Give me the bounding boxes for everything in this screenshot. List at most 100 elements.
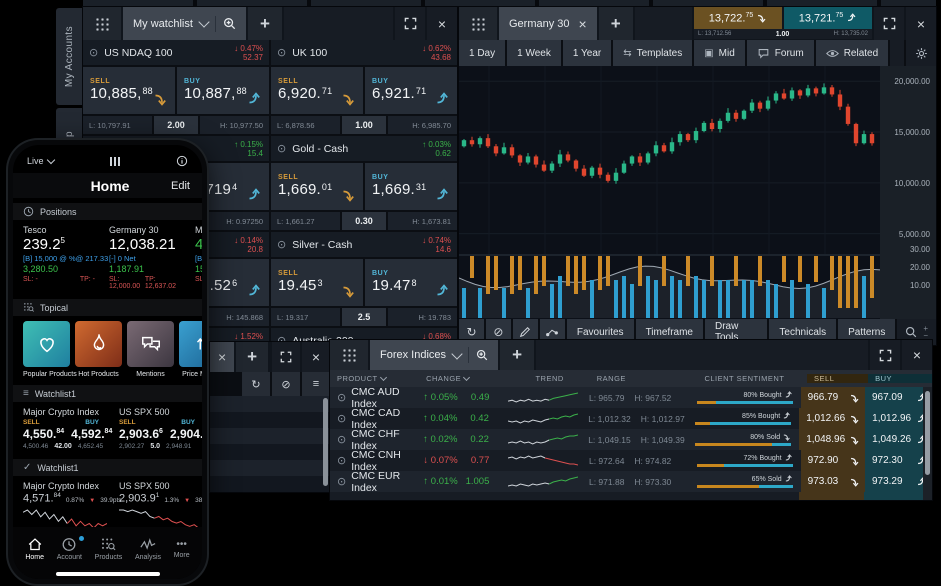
column-header-change[interactable]: CHANGE (419, 374, 502, 383)
sell-cell[interactable]: 972.90 (801, 450, 865, 471)
column-header-product[interactable]: PRODUCT (330, 374, 419, 383)
positions-section-header[interactable]: Positions (13, 203, 202, 220)
close-button[interactable]: × (902, 340, 932, 370)
add-tab-button[interactable]: + (599, 7, 633, 40)
topical-card-price-movers[interactable]: Price Movers (179, 321, 202, 378)
toolbar-button-1-week[interactable]: 1 Week (507, 40, 561, 66)
panel-tab[interactable]: × (210, 342, 234, 372)
ban-button[interactable]: ⊘ (272, 372, 300, 396)
watchlist-tab[interactable]: My watchlist (123, 7, 246, 40)
nav-item-products[interactable]: Products (95, 537, 123, 561)
app-grid-button[interactable] (459, 7, 497, 40)
close-button[interactable]: × (302, 342, 330, 372)
expand-button[interactable] (272, 342, 300, 372)
expand-button[interactable] (870, 340, 900, 370)
topical-section-header[interactable]: Topical (13, 299, 202, 316)
search-plus-icon[interactable] (223, 17, 236, 30)
topical-card-hot-products[interactable]: Hot Products (75, 321, 122, 378)
nav-item-analysis[interactable]: Analysis (135, 537, 161, 561)
close-button[interactable]: × (427, 7, 457, 40)
app-grid-button[interactable] (330, 340, 368, 370)
toolbar-button-mid[interactable]: ▣Mid (694, 40, 745, 66)
topical-card-popular-products[interactable]: Popular Products (23, 321, 70, 378)
scrollbar-thumb[interactable] (323, 398, 328, 486)
buy-cell[interactable]: 1,049.26 (865, 429, 932, 450)
buy-cell[interactable]: 973.29 (865, 471, 932, 492)
quote-card[interactable]: Major Crypto IndexSELLBUY4,550.844,592.8… (23, 407, 109, 450)
topical-card-mentions[interactable]: Mentions (127, 321, 174, 378)
column-header-trend[interactable]: TREND (503, 374, 590, 383)
buy-price-button[interactable]: 13,721.75 (784, 7, 872, 29)
chart-plot-area[interactable]: 20,000.0015,000.0010,000.005,000.0030.00… (459, 66, 936, 319)
sell-cell[interactable]: 1,048.96 (799, 429, 865, 450)
sell-price-button[interactable]: SELL1,669.01 (271, 163, 363, 210)
table-row[interactable]: ⊙CMC CNH Index↓ 0.07%0.77L: 972.64H: 974… (330, 450, 932, 471)
buy-price-button[interactable]: BUY19.478 (365, 259, 457, 306)
table-row[interactable]: ⊙CMC CAD Index↑ 0.04%0.42L: 1,012.32H: 1… (330, 408, 932, 429)
buy-price-button[interactable]: BUY6,921.71 (365, 67, 457, 114)
toolbar-button-templates[interactable]: ⇆Templates (613, 40, 692, 66)
expand-button[interactable] (874, 7, 904, 40)
sell-cell[interactable]: 973.03 (801, 471, 865, 492)
sell-price-button[interactable]: SELL10,885,88 (83, 67, 175, 114)
column-header-buy[interactable]: BUY (868, 374, 932, 383)
quote-card[interactable]: US SPX 500SELLBUY2,903.662,904.162,902.2… (119, 407, 202, 450)
sell-cell[interactable]: 1,012.66 (799, 408, 865, 429)
table-row[interactable]: ⊙CMC AUD Index↑ 0.05%0.49L: 965.79H: 967… (330, 387, 932, 408)
instrument-name-row[interactable]: ⊙Silver - Cash↓ 0.74%14.6 (271, 232, 457, 257)
watchlist1-quotes-header[interactable]: ≡ Watchlist1 (13, 385, 202, 402)
info-icon[interactable] (176, 155, 188, 167)
watchlist1-charts-header[interactable]: ✓ Watchlist1 (13, 459, 202, 476)
chevron-down-icon[interactable] (451, 348, 462, 359)
instrument-name-row[interactable]: ⊙US NDAQ 100↓ 0.47%52.37 (83, 40, 269, 65)
instrument-name-row[interactable]: ⊙UK 100↓ 0.62%43.68 (271, 40, 457, 65)
chevron-down-icon[interactable] (198, 16, 209, 27)
expand-button[interactable] (395, 7, 425, 40)
toolbar-button-1-day[interactable]: 1 Day (459, 40, 505, 66)
rail-tab-my-accounts[interactable]: My Accounts (56, 8, 83, 105)
table-row[interactable]: ⊙CMC EUR Index↑ 0.01%1.005L: 971.88H: 97… (330, 471, 932, 492)
settings-button[interactable] (906, 40, 936, 66)
position-card[interactable]: Maj4,[B] 5151SL: - (195, 225, 202, 290)
column-header-client-sentiment[interactable]: CLIENT SENTIMENT (697, 374, 807, 383)
close-button[interactable]: × (906, 7, 936, 40)
toolbar-button-related[interactable]: Related (816, 40, 888, 66)
environment-switcher[interactable]: Live (27, 156, 54, 166)
buy-cell[interactable]: 1,012.96 (865, 408, 932, 429)
column-header-sell[interactable]: SELL (807, 374, 868, 383)
nav-item-home[interactable]: Home (25, 537, 44, 561)
refresh-button[interactable]: ↻ (242, 372, 270, 396)
add-tab-button[interactable]: + (236, 342, 268, 372)
position-card[interactable]: Tesco239.25[B] 15,000 @ %@ 217.333,280.5… (23, 225, 101, 290)
nav-item-account[interactable]: Account (57, 537, 82, 561)
sell-price-button[interactable]: SELL19.453 (271, 259, 363, 306)
scrollbar[interactable] (923, 387, 932, 500)
close-tab-icon[interactable]: × (579, 16, 587, 32)
list-view-button[interactable]: ≡ (302, 372, 330, 396)
toolbar-button-1-year[interactable]: 1 Year (563, 40, 611, 66)
buy-cell[interactable]: 967.09 (865, 387, 932, 408)
buy-price-button[interactable]: BUY1,669.31 (365, 163, 457, 210)
nav-item-more[interactable]: •••More (174, 539, 190, 559)
sell-cell[interactable]: 966.79 (801, 387, 865, 408)
chart-tab[interactable]: Germany 30 × (499, 7, 597, 40)
column-header-range[interactable]: RANGE (590, 374, 698, 383)
buy-price-button[interactable]: BUY10,887,88 (177, 67, 269, 114)
instrument-name-row[interactable]: ⊙Gold - Cash↑ 0.03%0.62 (271, 136, 457, 161)
forex-tab[interactable]: Forex Indices (370, 340, 498, 370)
search-plus-icon[interactable] (476, 349, 488, 361)
position-card[interactable]: Germany 3012,038.21[-] 0 Net1,187.91SL: … (109, 225, 187, 290)
add-tab-button[interactable]: + (248, 7, 282, 40)
sell-price-button[interactable]: 13,722.75 (694, 7, 782, 29)
edit-button[interactable]: Edit (171, 180, 190, 192)
sell-price-button[interactable]: SELL6,920.71 (271, 67, 363, 114)
range-cell: L: 1,049.15H: 1,049.39 (581, 429, 685, 450)
buy-cell[interactable]: 972.30 (865, 450, 932, 471)
table-row[interactable]: ⊙CMC CHF Index↑ 0.02%0.22L: 1,049.15H: 1… (330, 429, 932, 450)
zoom-plus-minus[interactable]: +− (923, 325, 928, 339)
app-grid-button[interactable] (83, 7, 121, 40)
scrollbar-thumb[interactable] (925, 391, 930, 475)
home-indicator[interactable] (56, 572, 160, 576)
toolbar-button-forum[interactable]: Forum (747, 40, 814, 66)
add-tab-button[interactable]: + (500, 340, 534, 370)
